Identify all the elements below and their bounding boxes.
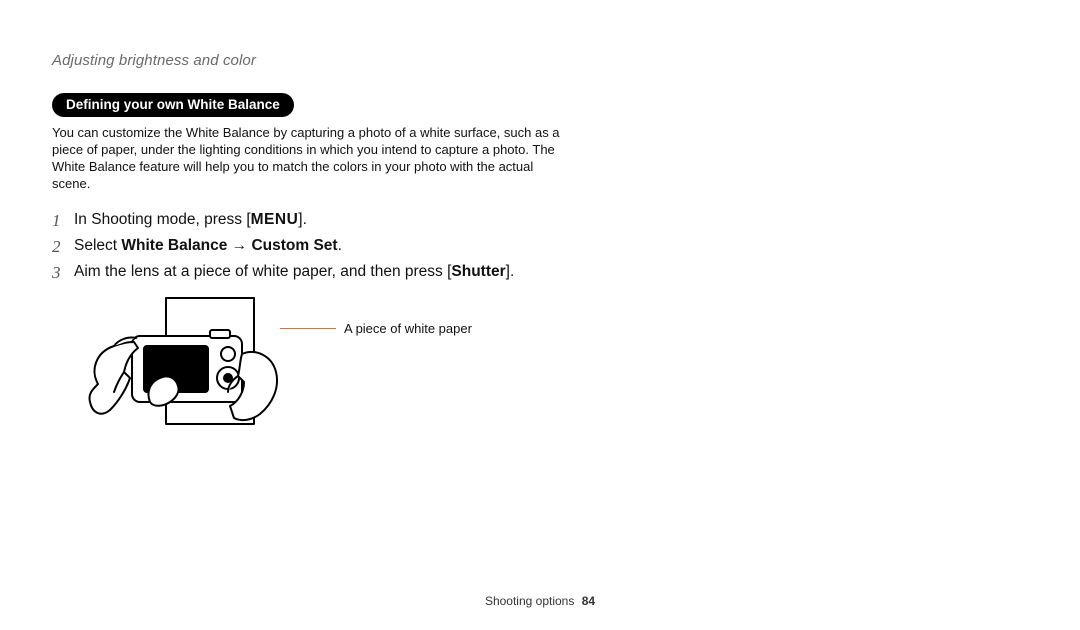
callout-leader-line [280,328,336,329]
footer-section: Shooting options [485,594,574,608]
step-1: In Shooting mode, press [MENU]. [52,207,752,233]
step-3-bold-shutter: Shutter [451,263,505,280]
step-2: Select White Balance → Custom Set. [52,233,752,259]
step-2-bold-wb: White Balance [121,237,227,254]
steps-list: In Shooting mode, press [MENU]. Select W… [52,207,752,286]
manual-page: Adjusting brightness and color Defining … [0,0,1080,630]
step-2-arrow: → [227,237,251,254]
section-pill: Defining your own White Balance [52,93,294,117]
footer-page-number: 84 [582,594,595,608]
menu-button-label: MENU [251,211,299,228]
callout-label: A piece of white paper [344,321,472,336]
intro-paragraph: You can customize the White Balance by c… [52,124,562,193]
step-3-text-c: ]. [506,263,515,280]
running-head: Adjusting brightness and color [52,52,1028,69]
step-1-text-b: ]. [298,211,307,228]
step-2-bold-cs: Custom Set [251,237,337,254]
step-2-text-a: Select [74,237,121,254]
page-footer: Shooting options 84 [0,594,1080,608]
figure-camera-paper [80,292,280,452]
step-2-text-d: . [338,237,342,254]
step-3-text-a: Aim the lens at a piece of white paper, … [74,263,451,280]
figure-row: A piece of white paper [80,292,1028,452]
camera-illustration-icon [80,292,280,452]
step-1-text-a: In Shooting mode, press [ [74,211,251,228]
step-3: Aim the lens at a piece of white paper, … [52,259,752,285]
